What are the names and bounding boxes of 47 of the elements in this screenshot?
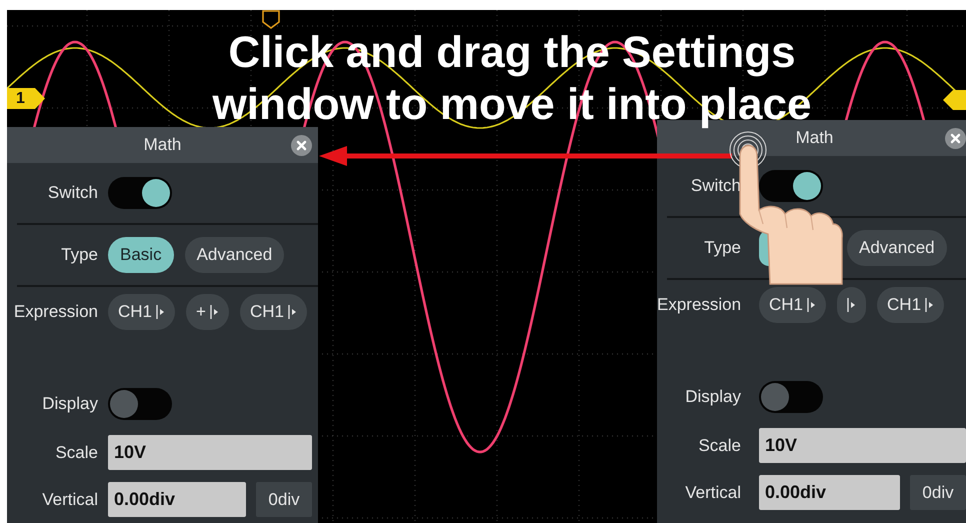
pointing-hand-icon	[739, 144, 843, 285]
panel-title-bar[interactable]: Math	[7, 127, 318, 163]
dropdown-icon	[807, 297, 816, 313]
reset-button[interactable]: 0div	[910, 475, 966, 510]
toggle-switch[interactable]	[759, 381, 823, 413]
setting-label: Expression	[12, 302, 98, 322]
setting-label: Display	[41, 394, 98, 414]
trigger-marker-icon[interactable]	[262, 10, 280, 29]
close-icon[interactable]	[945, 128, 966, 149]
level-marker-icon[interactable]	[943, 90, 966, 110]
value-field[interactable]: 0.00div	[108, 482, 246, 517]
dropdown-icon	[156, 304, 166, 320]
reset-button[interactable]: 0div	[256, 482, 312, 517]
toggle-switch[interactable]	[759, 170, 823, 202]
value-field[interactable]: 0.00div	[759, 475, 900, 510]
toggle-switch[interactable]	[108, 388, 172, 420]
setting-label: Expression	[657, 295, 741, 315]
setting-label: Switch	[690, 176, 741, 196]
setting-label: Scale	[54, 442, 98, 462]
operand-selector[interactable]: CH1	[877, 287, 944, 323]
dropdown-icon	[925, 297, 934, 313]
value-field[interactable]: 10V	[108, 435, 312, 470]
close-icon[interactable]	[291, 135, 312, 156]
panel-title: Math	[144, 135, 182, 155]
setting-label: Vertical	[41, 490, 98, 510]
operand-selector[interactable]: +	[186, 294, 229, 330]
operand-selector[interactable]: CH1	[240, 294, 307, 330]
setting-label: Type	[60, 245, 98, 265]
settings-window[interactable]: Math Switch Type Basic Advanced Expression CH1 + CH1 Display Scale 10V Vertical 0.00div 0div	[7, 127, 318, 523]
dropdown-icon	[847, 297, 856, 313]
setting-label: Scale	[697, 436, 741, 456]
panel-title: Math	[796, 128, 834, 148]
setting-label: Switch	[46, 183, 98, 203]
channel-marker[interactable]: 1	[7, 88, 45, 109]
operand-selector[interactable]	[837, 287, 866, 323]
setting-label: Type	[703, 238, 741, 258]
setting-label: Display	[684, 387, 741, 407]
dropdown-icon	[210, 304, 219, 320]
dropdown-icon	[288, 304, 297, 320]
setting-label: Vertical	[684, 482, 741, 502]
toggle-switch[interactable]	[108, 177, 172, 209]
operand-selector[interactable]: CH1	[759, 287, 826, 323]
type-option[interactable]: Advanced	[847, 230, 947, 266]
type-option[interactable]: Basic	[108, 237, 174, 273]
type-option[interactable]: Advanced	[184, 237, 284, 273]
value-field[interactable]: 10V	[759, 428, 966, 463]
operand-selector[interactable]: CH1	[108, 294, 176, 330]
